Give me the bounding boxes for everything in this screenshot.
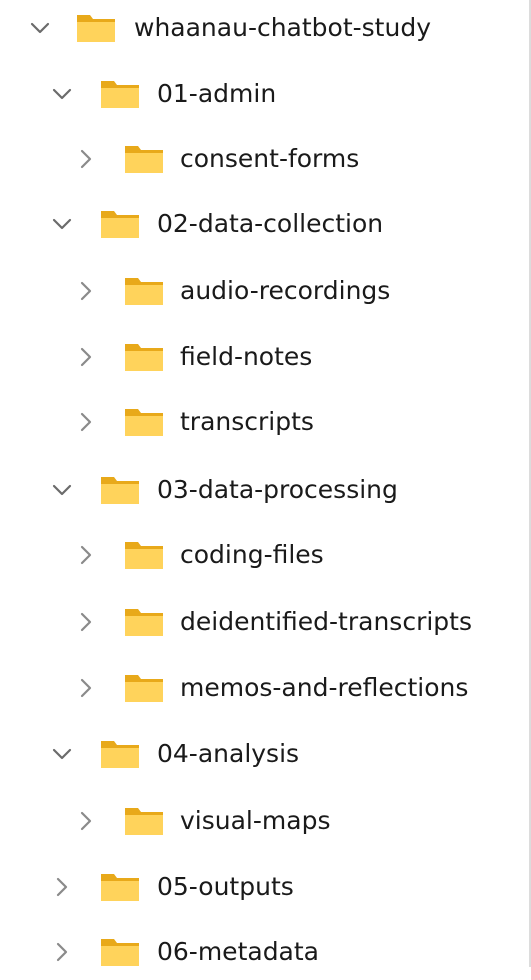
folder-icon — [124, 274, 164, 306]
tree-item-label: deidentified-transcripts — [180, 607, 472, 636]
chevron-right-icon[interactable] — [72, 343, 100, 371]
tree-item-label: 05-outputs — [157, 872, 294, 901]
tree-item-label: coding-files — [180, 540, 324, 569]
tree-item-coding-files[interactable]: coding-files — [0, 527, 531, 583]
tree-item-visual-maps[interactable]: visual-maps — [0, 793, 531, 849]
chevron-down-icon[interactable] — [26, 14, 54, 42]
tree-item-06-metadata[interactable]: 06-metadata — [0, 924, 531, 980]
tree-item-label: 06-metadata — [157, 937, 319, 966]
tree-item-label: 03-data-processing — [157, 475, 398, 504]
chevron-right-icon[interactable] — [72, 541, 100, 569]
tree-item-label: 02-data-collection — [157, 209, 384, 238]
chevron-right-icon[interactable] — [72, 807, 100, 835]
chevron-down-icon[interactable] — [48, 476, 76, 504]
folder-icon — [124, 142, 164, 174]
tree-item-05-outputs[interactable]: 05-outputs — [0, 859, 531, 915]
chevron-right-icon[interactable] — [72, 408, 100, 436]
folder-icon — [124, 340, 164, 372]
tree-item-label: consent-forms — [180, 144, 360, 173]
tree-item-02-data-collection[interactable]: 02-data-collection — [0, 196, 531, 252]
chevron-right-icon[interactable] — [72, 608, 100, 636]
tree-item-04-analysis[interactable]: 04-analysis — [0, 726, 531, 782]
tree-item-label: audio-recordings — [180, 276, 391, 305]
folder-icon — [100, 207, 140, 239]
tree-item-label: visual-maps — [180, 806, 331, 835]
folder-icon — [76, 11, 116, 43]
chevron-right-icon[interactable] — [72, 277, 100, 305]
tree-item-label: memos-and-reflections — [180, 673, 469, 702]
chevron-down-icon[interactable] — [48, 740, 76, 768]
folder-icon — [124, 538, 164, 570]
tree-item-audio-recordings[interactable]: audio-recordings — [0, 263, 531, 319]
folder-icon — [100, 473, 140, 505]
folder-icon — [124, 671, 164, 703]
tree-item-label: 04-analysis — [157, 739, 300, 768]
chevron-right-icon[interactable] — [48, 938, 76, 966]
tree-item-consent-forms[interactable]: consent-forms — [0, 131, 531, 187]
folder-tree: whaanau-chatbot-study 01-admin consent-f… — [0, 0, 531, 967]
folder-icon — [124, 405, 164, 437]
tree-item-field-notes[interactable]: field-notes — [0, 329, 531, 385]
tree-item-transcripts[interactable]: transcripts — [0, 394, 531, 450]
tree-item-label: field-notes — [180, 342, 313, 371]
tree-item-memos-and-reflections[interactable]: memos-and-reflections — [0, 660, 531, 716]
chevron-right-icon[interactable] — [72, 145, 100, 173]
folder-icon — [100, 737, 140, 769]
chevron-down-icon[interactable] — [48, 80, 76, 108]
folder-icon — [100, 77, 140, 109]
folder-icon — [100, 935, 140, 967]
tree-item-label: 01-admin — [157, 79, 277, 108]
chevron-right-icon[interactable] — [72, 674, 100, 702]
tree-item-whaanau-chatbot-study[interactable]: whaanau-chatbot-study — [0, 0, 531, 56]
chevron-right-icon[interactable] — [48, 873, 76, 901]
tree-item-deidentified-transcripts[interactable]: deidentified-transcripts — [0, 594, 531, 650]
folder-icon — [124, 605, 164, 637]
tree-item-03-data-processing[interactable]: 03-data-processing — [0, 462, 531, 518]
tree-item-label: whaanau-chatbot-study — [134, 13, 431, 42]
tree-item-01-admin[interactable]: 01-admin — [0, 66, 531, 122]
chevron-down-icon[interactable] — [48, 210, 76, 238]
folder-icon — [124, 804, 164, 836]
tree-item-label: transcripts — [180, 407, 314, 436]
folder-icon — [100, 870, 140, 902]
